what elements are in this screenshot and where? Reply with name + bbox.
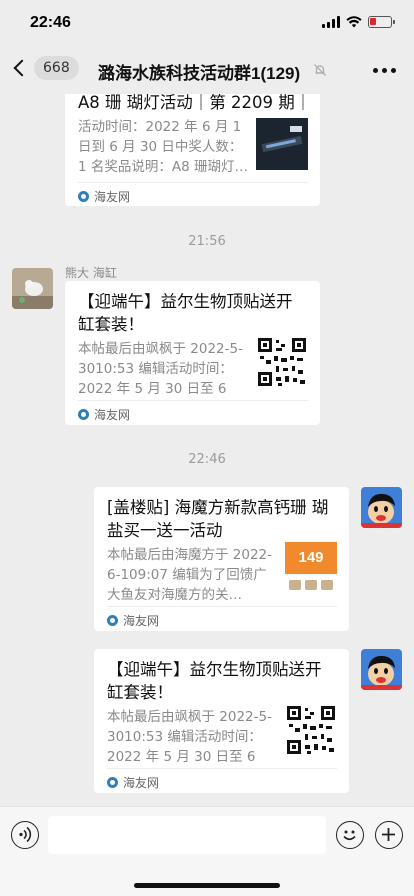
my-avatar[interactable]: [361, 649, 402, 690]
card-divider: [107, 606, 337, 607]
voice-wave-icon: [19, 826, 32, 843]
card-divider: [78, 182, 308, 183]
qr-code-thumbnail: [256, 336, 308, 388]
product-thumbnail: 149: [285, 542, 337, 594]
source-logo-icon: [78, 409, 89, 420]
timestamp: 21:56: [188, 234, 226, 249]
source-logo-icon: [78, 191, 89, 202]
source-name: 海友网: [94, 190, 131, 204]
source-logo-icon: [107, 777, 118, 788]
card-title: 【迎端午】益尔生物顶贴送开缸套装！: [78, 292, 293, 334]
card-source: 海友网: [78, 188, 130, 205]
chat-messages[interactable]: A8 珊 瑚灯活动｜第 2209 期｜ 活动时间：2022 年 6 月 1 日到…: [0, 94, 414, 806]
cellular-signal-icon: [322, 16, 340, 28]
source-logo-icon: [107, 615, 118, 626]
back-button[interactable]: 668: [12, 56, 79, 80]
card-description: 本帖最后由海魔方于 2022-6-109:07 编辑为了回馈广大鱼友对海魔方的关…: [107, 547, 273, 603]
card-source: 海友网: [107, 774, 159, 791]
more-actions-button[interactable]: [375, 821, 403, 849]
home-indicator: [134, 883, 280, 888]
source-name: 海友网: [123, 614, 160, 628]
cartoon-avatar-icon: [361, 487, 402, 528]
mute-bell-icon: [314, 64, 326, 76]
input-bar: [0, 806, 414, 896]
smiley-icon: [343, 830, 356, 841]
chevron-left-icon: [13, 59, 31, 77]
timestamp: 22:46: [188, 452, 226, 467]
card-source: 海友网: [78, 406, 130, 423]
card-title: A8 珊 瑚灯活动｜第 2209 期｜: [78, 94, 308, 112]
card-description: 活动时间：2022 年 6 月 1 日到 6 月 30 日中奖人数：1 名奖品说…: [78, 119, 248, 175]
message-input[interactable]: [48, 816, 326, 854]
card-title: 【迎端午】益尔生物顶贴送开缸套装！: [107, 660, 322, 702]
status-icons: [322, 16, 395, 28]
chat-title: 潞海水族科技活动群1(129): [98, 64, 301, 83]
source-name: 海友网: [123, 776, 160, 790]
unread-count-badge: 668: [34, 56, 79, 80]
my-avatar[interactable]: [361, 487, 402, 528]
battery-icon: [368, 16, 395, 28]
link-card-message[interactable]: [盖楼贴] 海魔方新款高钙珊 瑚盐买一送一活动 本帖最后由海魔方于 2022-6…: [94, 487, 349, 631]
cartoon-avatar-icon: [361, 649, 402, 690]
nav-bar: 668 潞海水族科技活动群1(129): [0, 46, 414, 94]
avatar-image: [12, 268, 53, 309]
product-price-banner: 149: [285, 542, 337, 574]
card-title: [盖楼贴] 海魔方新款高钙珊 瑚盐买一送一活动: [107, 498, 329, 540]
card-divider: [78, 400, 308, 401]
link-card-message[interactable]: 【迎端午】益尔生物顶贴送开缸套装！ 本帖最后由飒枫于 2022-5-3010:5…: [65, 281, 320, 425]
card-description: 本帖最后由飒枫于 2022-5-3010:53 编辑活动时间：2022 年 5 …: [107, 709, 272, 765]
voice-input-button[interactable]: [11, 821, 39, 849]
status-time: 22:46: [30, 14, 71, 31]
plus-icon: [382, 828, 395, 841]
card-source: 海友网: [107, 612, 159, 629]
card-description: 本帖最后由飒枫于 2022-5-3010:53 编辑活动时间：2022 年 5 …: [78, 341, 243, 397]
source-name: 海友网: [94, 408, 131, 422]
link-card-message[interactable]: A8 珊 瑚灯活动｜第 2209 期｜ 活动时间：2022 年 6 月 1 日到…: [65, 94, 320, 206]
more-options-button[interactable]: [373, 68, 396, 73]
sender-name: 熊大 海缸: [65, 266, 117, 280]
wifi-icon: [346, 16, 362, 28]
emoji-button[interactable]: [336, 821, 364, 849]
status-bar: 22:46: [0, 0, 414, 46]
card-divider: [107, 768, 337, 769]
link-card-message[interactable]: 【迎端午】益尔生物顶贴送开缸套装！ 本帖最后由飒枫于 2022-5-3010:5…: [94, 649, 349, 793]
qr-code-thumbnail: [285, 704, 337, 756]
sender-avatar[interactable]: [12, 268, 53, 309]
card-thumbnail: [256, 118, 308, 170]
